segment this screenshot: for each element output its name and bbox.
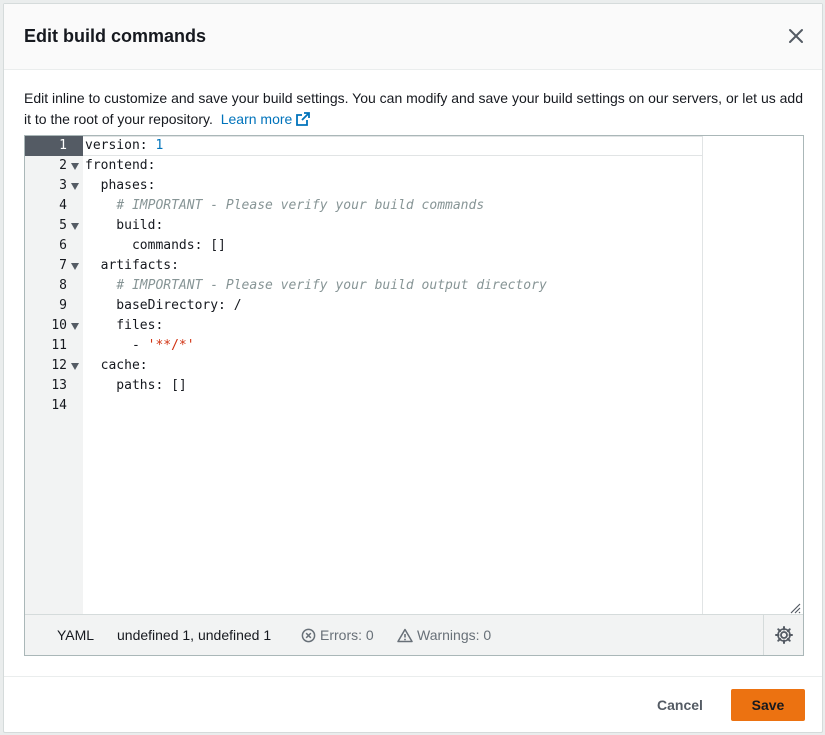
line-number-row: 14	[25, 396, 83, 416]
code-line: files:	[85, 318, 164, 333]
language-mode: YAML	[57, 627, 95, 643]
line-number: 14	[51, 398, 67, 413]
code-line: baseDirectory: /	[85, 298, 242, 313]
warnings-label: Warnings: 0	[417, 627, 492, 643]
line-number: 5	[59, 218, 67, 233]
code-number: 1	[155, 138, 164, 153]
line-number-row: 3	[25, 176, 83, 196]
code-comment: # IMPORTANT - Please verify your build c…	[116, 198, 485, 213]
line-number: 12	[51, 358, 67, 373]
line-number: 2	[59, 158, 67, 173]
code-token: version:	[85, 138, 156, 153]
fold-arrow-icon[interactable]	[71, 263, 79, 270]
line-number-row: 9	[25, 296, 83, 316]
line-number-row: 7	[25, 256, 83, 276]
resize-handle-icon[interactable]	[789, 601, 801, 614]
code-token: -	[85, 338, 148, 353]
external-link-icon	[296, 111, 311, 132]
editor-status-bar: YAML undefined 1, undefined 1 Errors: 0 …	[25, 614, 803, 655]
warnings-indicator[interactable]: Warnings: 0	[397, 627, 491, 647]
description-text: Edit inline to customize and save your b…	[24, 90, 803, 127]
code-comment: # IMPORTANT - Please verify your build o…	[116, 278, 547, 293]
line-number: 3	[59, 178, 67, 193]
code-line: version: 1	[85, 136, 163, 156]
footer-divider	[4, 676, 822, 677]
fold-arrow-icon[interactable]	[71, 363, 79, 370]
line-number-row: 6	[25, 236, 83, 256]
code-line: commands: []	[85, 238, 226, 253]
line-number-row: 13	[25, 376, 83, 396]
active-line-highlight	[83, 136, 703, 156]
warning-triangle-icon	[397, 628, 413, 647]
line-number: 11	[51, 338, 67, 353]
code-line: frontend:	[85, 158, 156, 173]
line-number-gutter: 1 2 3 4 5 6 7 8 9 10 11 12 13 14	[25, 136, 83, 614]
line-number: 7	[59, 258, 67, 273]
dialog-title: Edit build commands	[24, 26, 207, 46]
line-number: 6	[59, 238, 67, 253]
code-editor[interactable]: 1 2 3 4 5 6 7 8 9 10 11 12 13 14 version: 1 frontend:…	[24, 135, 804, 656]
fold-arrow-icon[interactable]	[71, 163, 79, 170]
code-line: # IMPORTANT - Please verify your build c…	[85, 196, 484, 216]
line-number: 8	[59, 278, 67, 293]
dialog-header: Edit build commands	[4, 4, 822, 70]
learn-more-label: Learn more	[220, 111, 293, 127]
line-number: 4	[59, 198, 67, 213]
line-number: 9	[59, 298, 67, 313]
line-number-row: 10	[25, 316, 83, 336]
code-line: # IMPORTANT - Please verify your build o…	[85, 276, 547, 296]
editor-settings-button[interactable]	[774, 625, 794, 645]
line-number: 10	[51, 318, 67, 333]
line-number: 13	[51, 378, 67, 393]
code-line: - '**/*'	[85, 336, 195, 356]
code-area[interactable]: version: 1 frontend: phases: # IMPORTANT…	[83, 136, 703, 614]
save-button[interactable]: Save	[731, 689, 805, 721]
line-number: 1	[59, 138, 67, 153]
cursor-position: undefined 1, undefined 1	[117, 627, 272, 643]
fold-arrow-icon[interactable]	[71, 183, 79, 190]
learn-more-link[interactable]: Learn more	[221, 111, 311, 127]
code-line: build:	[85, 218, 164, 233]
close-button[interactable]	[786, 26, 806, 46]
edit-build-commands-dialog: Edit build commands Edit inline to custo…	[3, 3, 823, 733]
dialog-description: Edit inline to customize and save your b…	[24, 88, 804, 132]
line-number-row: 8	[25, 276, 83, 296]
line-number-row: 11	[25, 336, 83, 356]
line-number-row: 12	[25, 356, 83, 376]
fold-arrow-icon[interactable]	[71, 323, 79, 330]
error-circle-icon	[301, 628, 316, 647]
line-number-row: 2	[25, 156, 83, 176]
status-divider	[763, 615, 764, 655]
code-line: paths: []	[85, 378, 187, 393]
cancel-button[interactable]: Cancel	[644, 689, 716, 721]
code-line: artifacts:	[85, 258, 179, 273]
line-number-row: 5	[25, 216, 83, 236]
settings-gear-icon	[775, 626, 793, 644]
errors-label: Errors: 0	[320, 627, 374, 643]
code-line: phases:	[85, 178, 156, 193]
code-string: '**/*'	[147, 338, 195, 353]
line-number-row: 1	[25, 136, 83, 156]
close-icon	[789, 29, 803, 43]
errors-indicator[interactable]: Errors: 0	[301, 627, 374, 647]
code-line: cache:	[85, 358, 148, 373]
fold-arrow-icon[interactable]	[71, 223, 79, 230]
line-number-row: 4	[25, 196, 83, 216]
print-margin-line	[702, 136, 703, 614]
